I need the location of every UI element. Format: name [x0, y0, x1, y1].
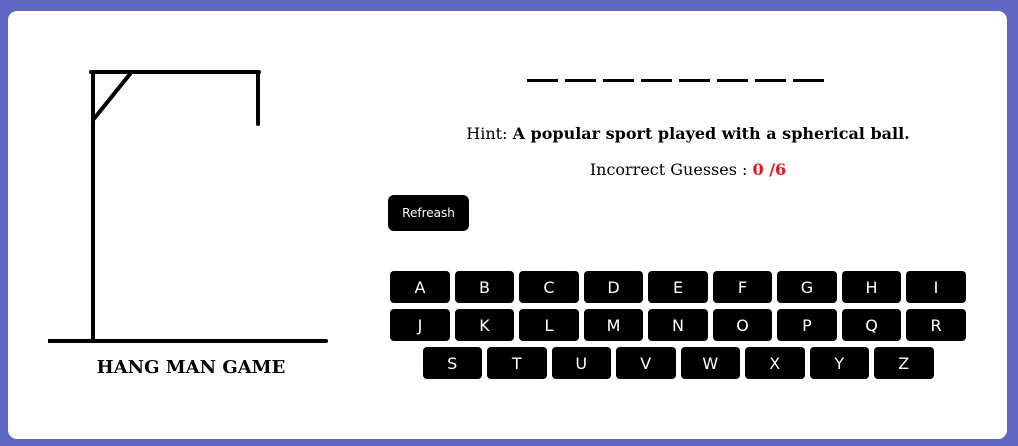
letter-key-h[interactable]: H — [841, 271, 902, 303]
refresh-button[interactable]: Refreash — [388, 195, 469, 231]
letter-key-n[interactable]: N — [648, 309, 708, 341]
letter-key-d[interactable]: D — [583, 271, 644, 303]
letter-slot — [679, 79, 710, 82]
letter-key-z[interactable]: Z — [874, 347, 934, 379]
letter-key-u[interactable]: U — [551, 347, 611, 379]
letter-key-s[interactable]: S — [422, 347, 482, 379]
letter-slot — [565, 79, 596, 82]
letter-key-t[interactable]: T — [487, 347, 547, 379]
letter-slot — [603, 79, 634, 82]
letter-key-k[interactable]: K — [454, 309, 515, 341]
letter-key-x[interactable]: X — [745, 347, 805, 379]
letter-slot — [527, 79, 558, 82]
word-display — [527, 79, 824, 82]
letter-key-j[interactable]: J — [390, 309, 450, 341]
hint-text: A popular sport played with a spherical … — [512, 124, 910, 143]
letter-key-v[interactable]: V — [616, 347, 676, 379]
letter-key-i[interactable]: I — [906, 271, 966, 303]
letter-slot — [755, 79, 786, 82]
hint-line: Hint: A popular sport played with a sphe… — [388, 124, 988, 143]
gallows-brace — [91, 72, 132, 122]
letter-slot — [641, 79, 672, 82]
game-title: HANG MAN GAME — [96, 357, 286, 378]
letter-key-p[interactable]: P — [777, 309, 837, 341]
letter-key-l[interactable]: L — [519, 309, 579, 341]
letter-key-c[interactable]: C — [519, 271, 579, 303]
letter-key-y[interactable]: Y — [809, 347, 869, 379]
letter-key-b[interactable]: B — [454, 271, 515, 303]
letter-key-g[interactable]: G — [777, 271, 837, 303]
hint-label: Hint: — [466, 124, 508, 143]
letter-keyboard: ABCDEFGHI JKLMNOPQR STUVWXYZ — [388, 271, 968, 385]
guesses-label: Incorrect Guesses : — [589, 160, 748, 179]
gallows-drawing — [48, 70, 328, 343]
letter-key-f[interactable]: F — [712, 271, 773, 303]
letter-key-o[interactable]: O — [712, 309, 773, 341]
incorrect-guesses: Incorrect Guesses : 0 /6 — [388, 160, 988, 179]
letter-key-w[interactable]: W — [680, 347, 740, 379]
letter-slot — [793, 79, 824, 82]
letter-slot — [717, 79, 748, 82]
game-card: HANG MAN GAME Hint: A popular sport play… — [8, 11, 1007, 439]
letter-key-e[interactable]: E — [648, 271, 708, 303]
letter-key-q[interactable]: Q — [841, 309, 902, 341]
keyboard-row: STUVWXYZ — [388, 347, 968, 379]
keyboard-row: JKLMNOPQR — [388, 309, 968, 341]
letter-key-m[interactable]: M — [583, 309, 644, 341]
letter-key-r[interactable]: R — [906, 309, 966, 341]
guesses-count: 0 /6 — [752, 160, 787, 179]
letter-key-a[interactable]: A — [390, 271, 450, 303]
keyboard-row: ABCDEFGHI — [388, 271, 968, 303]
